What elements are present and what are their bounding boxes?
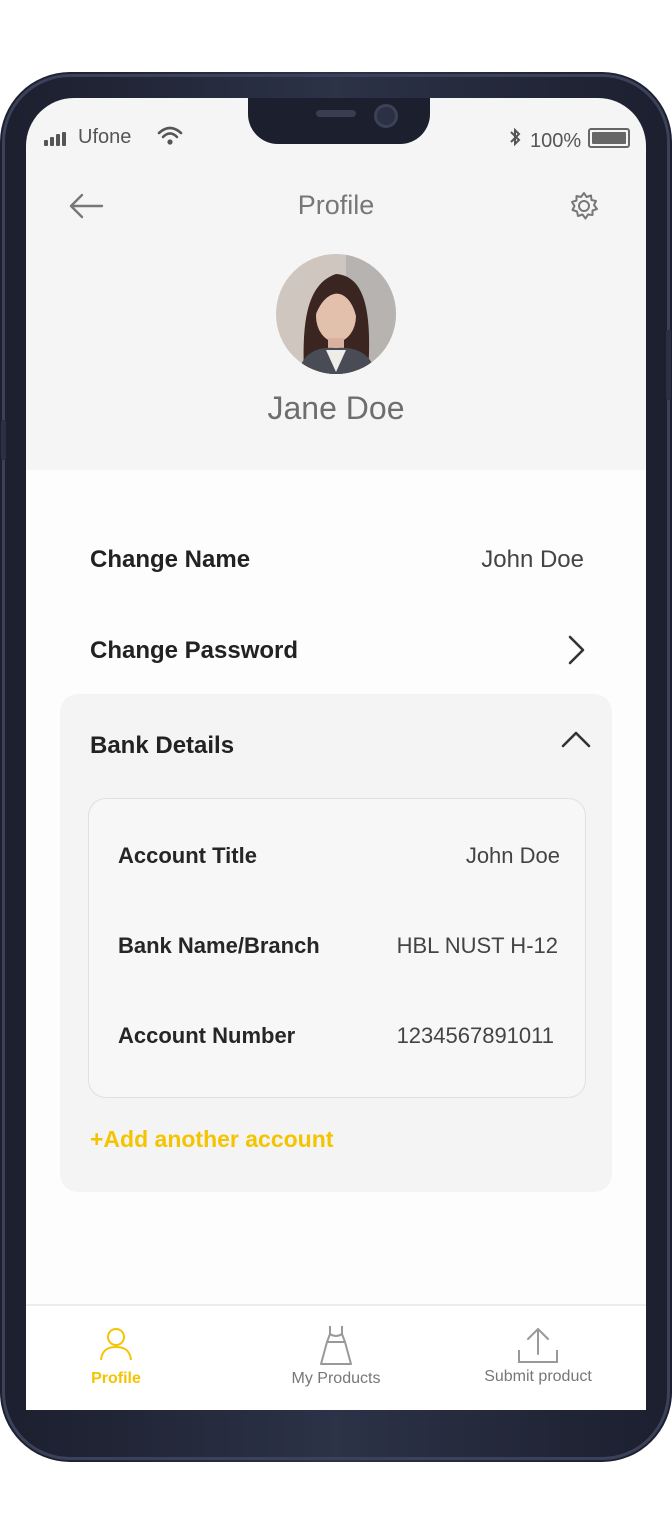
carrier-name: Ufone [78, 126, 132, 148]
bank-details-label: Bank Details [90, 732, 235, 759]
chevron-right-icon [562, 632, 590, 668]
tab-my-products[interactable]: My Products [276, 1304, 396, 1410]
upload-icon [518, 1328, 558, 1363]
bank-name-label: Bank Name/Branch [118, 933, 320, 958]
front-camera [374, 104, 398, 128]
user-icon [100, 1328, 132, 1361]
side-button-left [1, 420, 6, 460]
earpiece-speaker [316, 110, 356, 117]
battery-icon [588, 128, 630, 148]
add-account-link[interactable]: +Add another account [90, 1126, 333, 1153]
page-title: Profile [297, 190, 375, 220]
account-title-value: John Doe [465, 843, 560, 868]
bluetooth-icon [506, 126, 524, 148]
tab-profile-label: Profile [91, 1370, 141, 1387]
chevron-up-icon[interactable] [558, 726, 594, 752]
wifi-icon [156, 124, 184, 148]
tab-submit-product-label: Submit product [484, 1368, 592, 1385]
tab-my-products-label: My Products [291, 1370, 381, 1387]
battery-percentage: 100% [530, 130, 582, 152]
tab-submit-product[interactable]: Submit product [468, 1304, 608, 1410]
change-name-label: Change Name [90, 546, 251, 573]
bank-name-value: HBL NUST H-12 [396, 933, 558, 958]
account-number-value: 1234567891011 [396, 1023, 554, 1048]
dress-icon [320, 1326, 352, 1365]
settings-button[interactable] [564, 186, 604, 226]
side-button-right [666, 330, 671, 400]
profile-name: Jane Doe [267, 390, 405, 426]
account-title-label: Account Title [118, 843, 257, 868]
gear-icon [571, 192, 598, 220]
change-name-value: John Doe [481, 546, 584, 573]
account-number-label: Account Number [118, 1023, 296, 1048]
change-password-label: Change Password [90, 637, 299, 664]
tab-profile[interactable]: Profile [66, 1304, 166, 1410]
signal-icon [44, 132, 72, 146]
avatar[interactable] [276, 254, 396, 374]
notch [248, 98, 430, 144]
